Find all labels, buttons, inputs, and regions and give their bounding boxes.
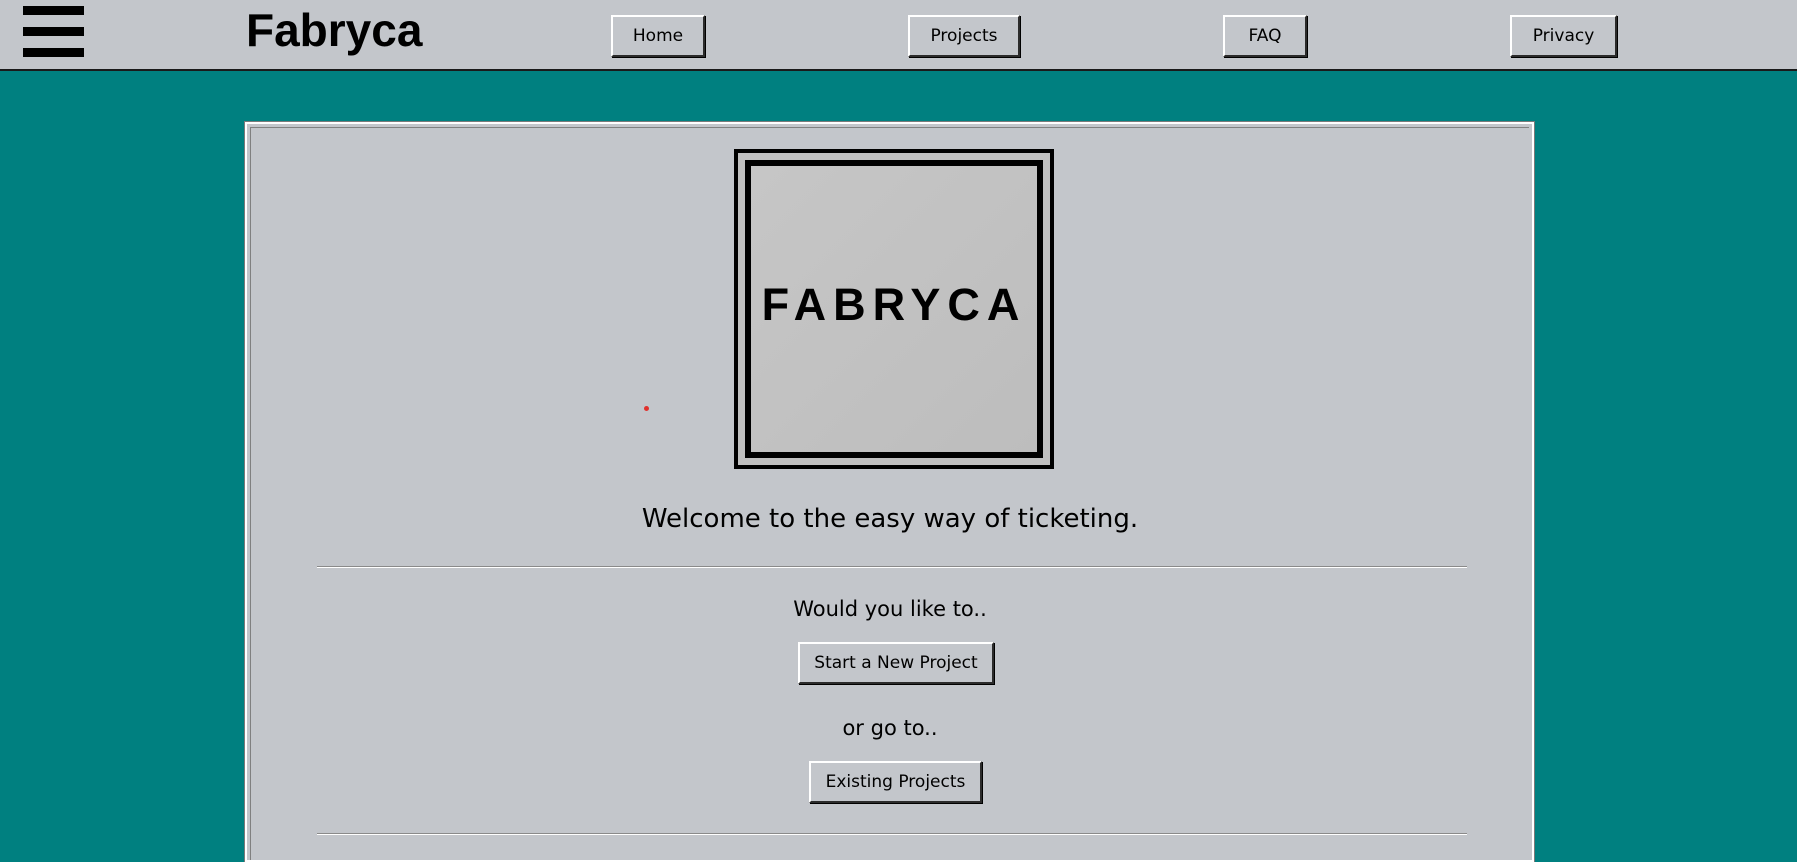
nav-privacy-button[interactable]: Privacy: [1510, 15, 1617, 57]
logo-text: FABRYCA: [761, 279, 1027, 330]
cursor-dot: [644, 406, 649, 411]
nav-projects-button[interactable]: Projects: [908, 15, 1020, 57]
fabryca-logo: FABRYCA: [734, 149, 1054, 469]
logo-inner-frame: FABRYCA: [745, 160, 1043, 458]
prompt-or-go-to: or go to..: [842, 716, 938, 740]
welcome-heading: Welcome to the easy way of ticketing.: [641, 504, 1139, 534]
menu-bar-line: [23, 48, 84, 57]
divider-bottom: [317, 833, 1467, 835]
panel-inner-bevel: FABRYCA Welcome to the easy way of ticke…: [250, 127, 1529, 860]
divider-top: [317, 566, 1467, 568]
hamburger-menu-icon[interactable]: [23, 6, 84, 57]
prompt-would-you-like: Would you like to..: [793, 597, 987, 621]
menu-bar-line: [23, 27, 84, 36]
main-content-panel: FABRYCA Welcome to the easy way of ticke…: [244, 121, 1535, 862]
start-new-project-button[interactable]: Start a New Project: [798, 642, 994, 684]
nav-faq-button[interactable]: FAQ: [1223, 15, 1307, 57]
brand-title: Fabryca: [246, 4, 423, 56]
menu-bar-line: [23, 6, 84, 15]
nav-home-button[interactable]: Home: [611, 15, 705, 57]
existing-projects-button[interactable]: Existing Projects: [809, 761, 982, 803]
top-navigation-bar: Fabryca Home Projects FAQ Privacy: [0, 0, 1797, 71]
